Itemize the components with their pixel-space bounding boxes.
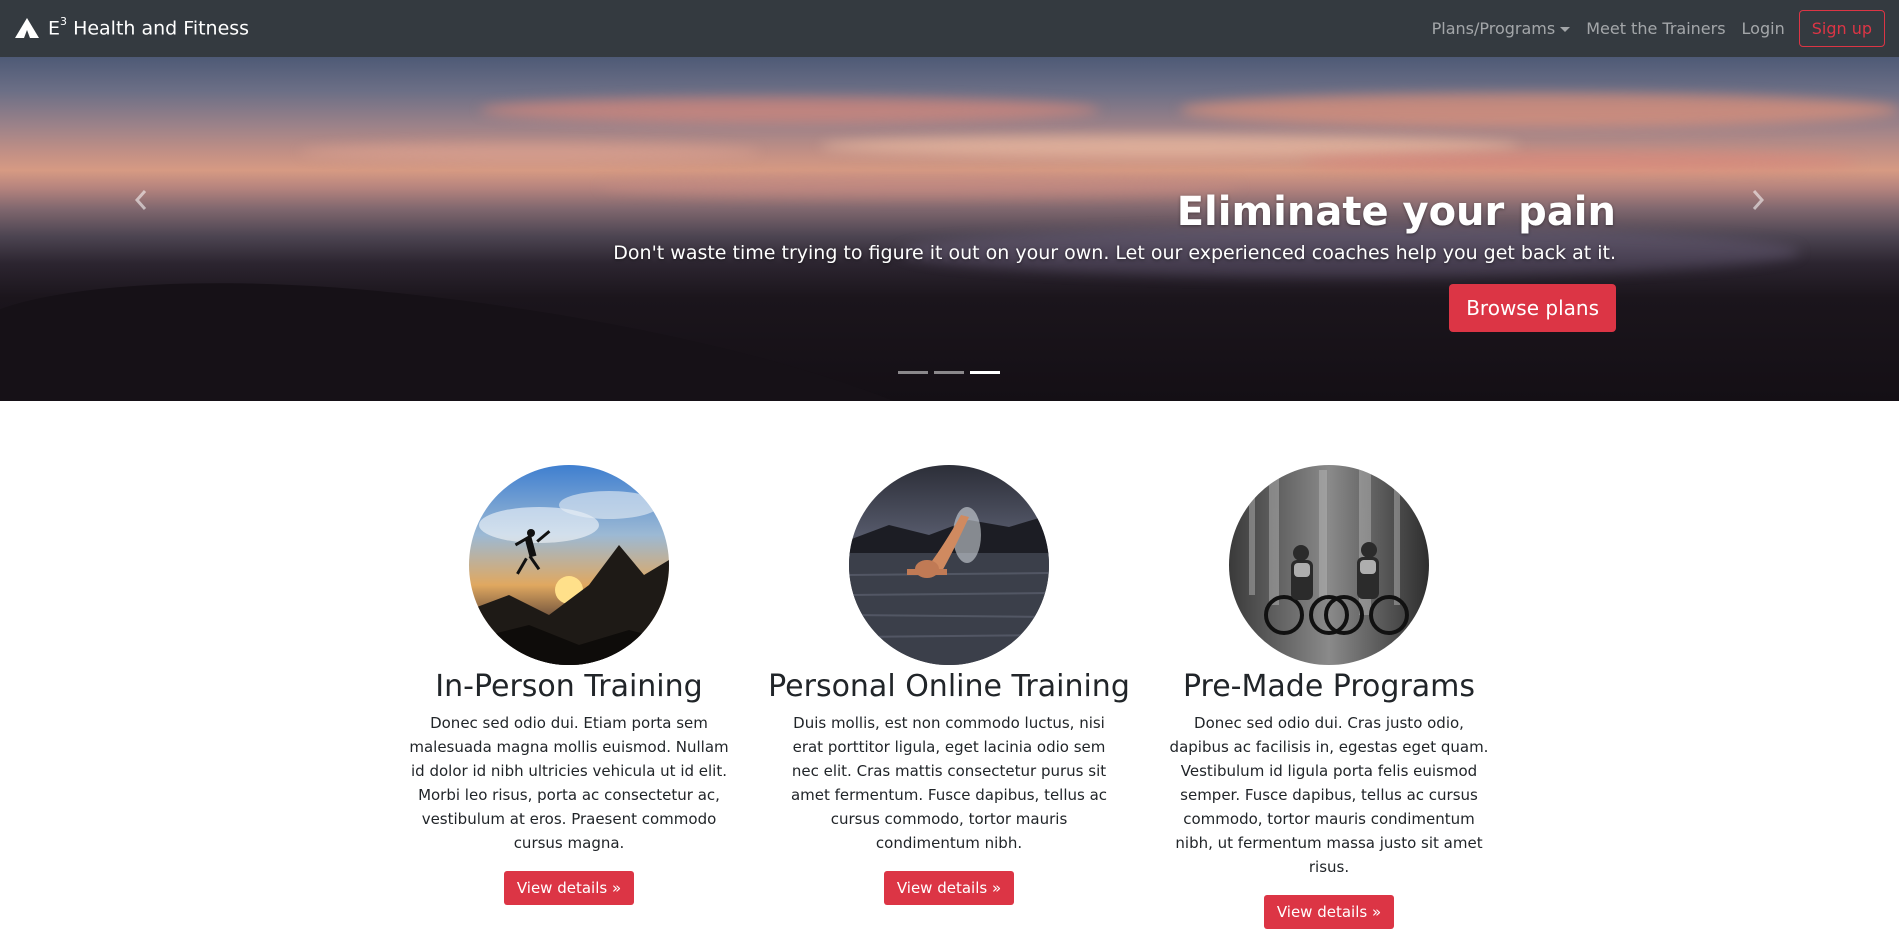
carousel-next-button[interactable] bbox=[1743, 185, 1773, 215]
feature-column-online: Personal Online Training Duis mollis, es… bbox=[768, 465, 1130, 905]
feature-column-in-person: In-Person Training Donec sed odio dui. E… bbox=[404, 465, 734, 905]
feature-image-swimmer bbox=[849, 465, 1049, 665]
carousel-indicators bbox=[898, 371, 1000, 374]
carousel-indicator-2[interactable] bbox=[934, 371, 964, 374]
feature-column-programs: Pre-Made Programs Donec sed odio dui. Cr… bbox=[1164, 465, 1494, 929]
mountain-icon bbox=[15, 18, 39, 39]
nav-plans-dropdown[interactable]: Plans/Programs bbox=[1424, 19, 1579, 38]
features-section: In-Person Training Donec sed odio dui. E… bbox=[0, 401, 1899, 932]
carousel-indicator-1[interactable] bbox=[898, 371, 928, 374]
view-details-button[interactable]: View details » bbox=[1263, 895, 1395, 929]
feature-title: Pre-Made Programs bbox=[1182, 669, 1476, 704]
nav-links: Plans/Programs Meet the Trainers Login S… bbox=[1424, 10, 1885, 47]
feature-title: Personal Online Training bbox=[768, 669, 1130, 704]
nav-trainers-link[interactable]: Meet the Trainers bbox=[1578, 19, 1733, 38]
view-details-button[interactable]: View details » bbox=[503, 871, 635, 905]
carousel-prev-button[interactable] bbox=[126, 185, 156, 215]
view-details-button[interactable]: View details » bbox=[883, 871, 1015, 905]
nav-login-link[interactable]: Login bbox=[1734, 19, 1793, 38]
signup-button[interactable]: Sign up bbox=[1798, 10, 1885, 47]
feature-text: Duis mollis, est non commodo luctus, nis… bbox=[790, 714, 1108, 852]
chevron-left-icon bbox=[134, 190, 147, 210]
brand-link[interactable]: E3 Health and Fitness bbox=[14, 15, 250, 40]
carousel-heading: Eliminate your pain bbox=[1176, 189, 1616, 235]
feature-image-jumping-person bbox=[469, 465, 669, 665]
feature-text: Donec sed odio dui. Cras justo odio, dap… bbox=[1169, 714, 1489, 876]
hero-carousel: Eliminate your pain Don't waste time try… bbox=[0, 57, 1899, 401]
carousel-indicator-3[interactable] bbox=[970, 371, 1000, 374]
feature-text: Donec sed odio dui. Etiam porta sem male… bbox=[409, 714, 729, 852]
feature-title: In-Person Training bbox=[435, 669, 703, 704]
caret-down-icon bbox=[1560, 26, 1571, 32]
browse-plans-button[interactable]: Browse plans bbox=[1449, 284, 1616, 332]
feature-image-cyclists bbox=[1229, 465, 1429, 665]
nav-plans-label: Plans/Programs bbox=[1431, 19, 1556, 38]
navbar: E3 Health and Fitness Plans/Programs Mee… bbox=[0, 0, 1899, 57]
carousel-text: Don't waste time trying to figure it out… bbox=[613, 242, 1616, 264]
chevron-right-icon bbox=[1752, 190, 1765, 210]
carousel-caption: Eliminate your pain Don't waste time try… bbox=[613, 189, 1616, 332]
brand-name: E3 Health and Fitness bbox=[48, 15, 250, 40]
